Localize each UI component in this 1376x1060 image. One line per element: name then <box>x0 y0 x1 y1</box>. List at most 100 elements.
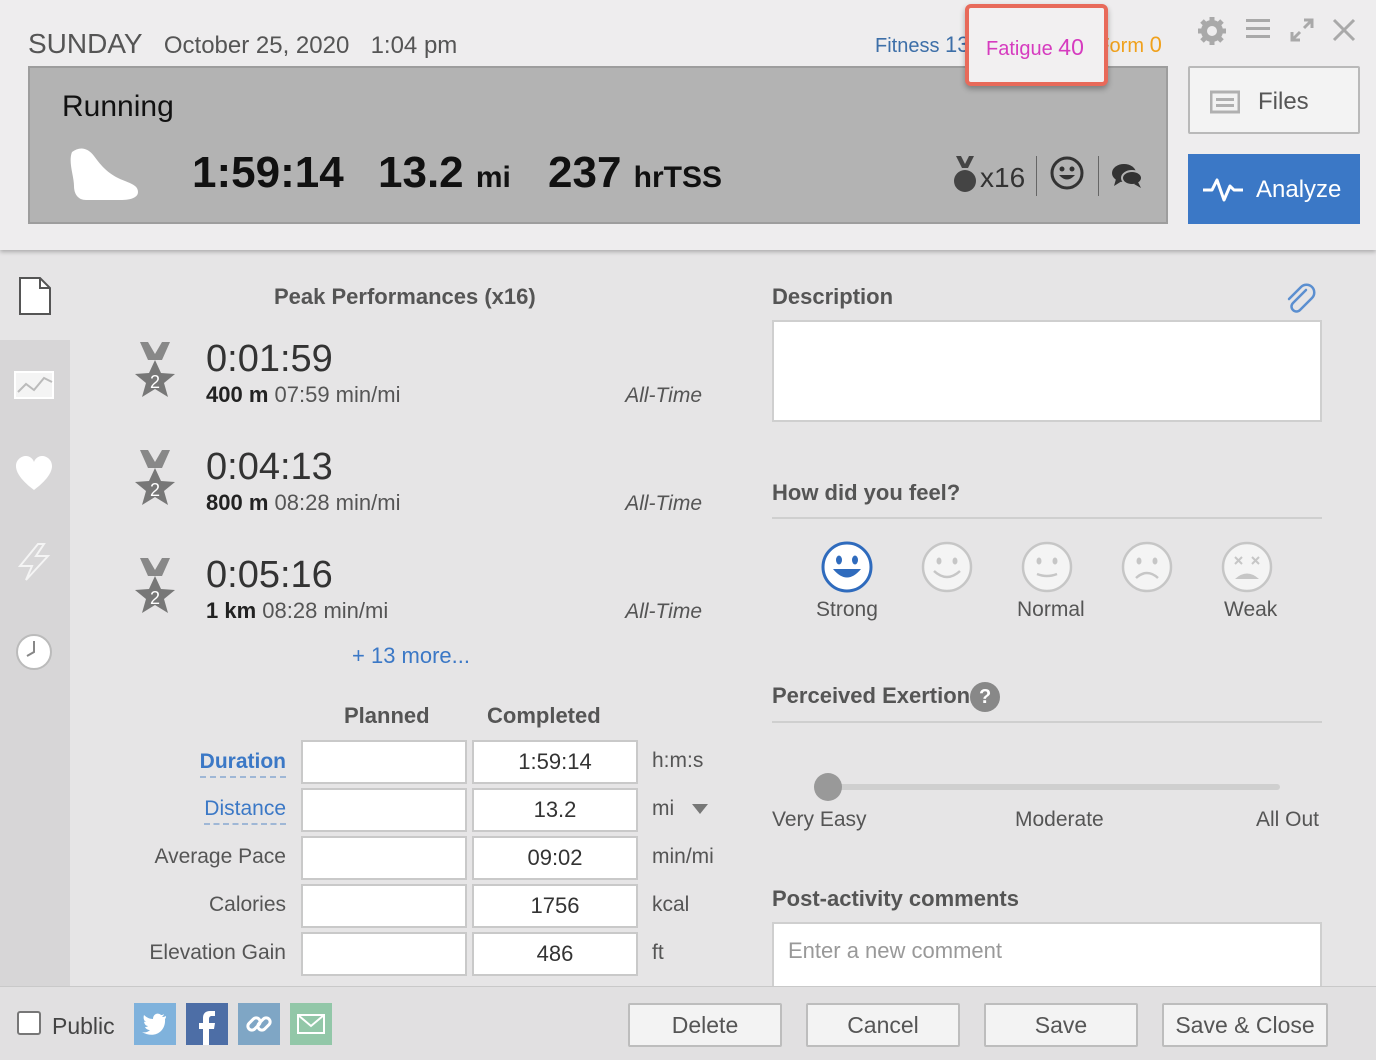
peak-distance: 1 km <box>206 598 257 623</box>
completed-elevation-input[interactable]: 486 <box>472 932 638 976</box>
duration-unit: h:m:s <box>652 749 704 772</box>
lightning-icon[interactable] <box>14 542 54 582</box>
chevron-down-icon <box>692 804 709 815</box>
description-title: Description <box>772 284 894 309</box>
medal-rank: 2 <box>150 588 160 608</box>
planned-calories-input[interactable] <box>301 884 467 928</box>
side-rail <box>0 250 70 986</box>
date-line: SUNDAY October 25, 2020 1:04 pm <box>28 28 471 60</box>
feel-strong-label: Strong <box>816 598 878 621</box>
duration-label[interactable]: Duration <box>199 750 286 778</box>
files-button[interactable]: Files <box>1188 66 1360 134</box>
fatigue-label: Fatigue <box>986 38 1053 60</box>
completed-calories-input[interactable]: 1756 <box>472 884 638 928</box>
help-icon[interactable]: ? <box>970 682 1001 712</box>
planned-elevation-input[interactable] <box>301 932 467 976</box>
peak-scope: All-Time <box>625 600 702 623</box>
feel-weak-label: Weak <box>1224 598 1278 621</box>
planned-pace-input[interactable] <box>301 836 467 880</box>
feel-weak-icon[interactable] <box>1220 540 1274 594</box>
feel-poor-icon[interactable] <box>1120 540 1174 594</box>
peak-scope: All-Time <box>625 492 702 515</box>
medal-count: x16 <box>980 162 1026 193</box>
chart-icon[interactable] <box>14 364 54 404</box>
peak-distance: 400 m <box>206 382 269 407</box>
activity-type: Running <box>62 90 174 123</box>
save-close-button[interactable]: Save & Close <box>1162 1003 1328 1047</box>
heart-icon[interactable] <box>14 454 54 494</box>
medal-icon <box>954 156 976 192</box>
public-checkbox[interactable] <box>17 1011 41 1035</box>
planned-header: Planned <box>344 703 430 728</box>
twitter-icon[interactable] <box>134 1003 176 1045</box>
tss-value: 237 <box>548 148 622 197</box>
distance-stat: 13.2 mi <box>378 148 511 198</box>
feel-title: How did you feel? <box>772 480 961 505</box>
peak-distance: 800 m <box>206 490 269 515</box>
gear-icon[interactable] <box>1196 16 1228 48</box>
fatigue-value: 40 <box>1058 34 1084 60</box>
divider <box>1098 156 1099 196</box>
footer-bar: Public Delete Cancel Save Save & Close <box>0 986 1376 1060</box>
facebook-icon[interactable] <box>186 1003 228 1045</box>
distance-unit-select[interactable]: mi <box>652 797 709 821</box>
comment-input[interactable]: Enter a new comment <box>772 922 1322 992</box>
smile-icon[interactable] <box>1050 156 1084 190</box>
divider <box>772 517 1322 519</box>
completed-duration-input[interactable]: 1:59:14 <box>472 740 638 784</box>
distance-label[interactable]: Distance <box>204 797 286 825</box>
peak-pace: 07:59 min/mi <box>274 382 401 407</box>
peak-item: 2 0:04:13 800 m 08:28 min/mi All-Time <box>128 446 708 528</box>
fatigue-highlight[interactable]: Fatigue 40 <box>965 4 1108 86</box>
duration-stat: 1:59:14 <box>192 148 344 197</box>
analyze-label: Analyze <box>1256 176 1342 203</box>
paperclip-icon[interactable] <box>1284 282 1316 316</box>
elevation-label: Elevation Gain <box>149 941 286 964</box>
planned-duration-input[interactable] <box>301 740 467 784</box>
peak-time: 0:04:13 <box>206 446 333 488</box>
pulse-icon <box>1203 178 1243 202</box>
activity-summary-box: Running 1:59:14 13.2 mi 237 hrTSS x16 <box>28 66 1168 224</box>
distance-unit-label: mi <box>652 797 675 820</box>
peak-item: 2 0:05:16 1 km 08:28 min/mi All-Time <box>128 554 708 636</box>
public-label: Public <box>52 1013 115 1039</box>
divider <box>772 721 1322 723</box>
completed-distance-input[interactable]: 13.2 <box>472 788 638 832</box>
save-button[interactable]: Save <box>984 1003 1138 1047</box>
files-icon <box>1210 90 1240 114</box>
comments-icon[interactable] <box>1110 162 1144 190</box>
day-label: SUNDAY <box>28 28 143 59</box>
completed-pace-input[interactable]: 09:02 <box>472 836 638 880</box>
description-input[interactable] <box>772 320 1322 422</box>
elevation-unit: ft <box>652 941 664 964</box>
medal-rank-icon: 2 <box>135 558 175 613</box>
close-icon[interactable] <box>1328 16 1360 48</box>
planned-distance-input[interactable] <box>301 788 467 832</box>
calories-unit: kcal <box>652 893 690 916</box>
feel-normal-icon[interactable] <box>1020 540 1074 594</box>
peak-time: 0:01:59 <box>206 338 333 380</box>
feel-strong-icon[interactable] <box>820 540 874 594</box>
email-icon[interactable] <box>290 1003 332 1045</box>
form-value: 0 <box>1149 32 1162 57</box>
exertion-scale-low: Very Easy <box>772 808 867 831</box>
feel-good-icon[interactable] <box>920 540 974 594</box>
analyze-button[interactable]: Analyze <box>1188 154 1360 224</box>
link-icon[interactable] <box>238 1003 280 1045</box>
expand-icon[interactable] <box>1286 16 1318 48</box>
exertion-slider-track[interactable] <box>828 784 1280 790</box>
document-icon[interactable] <box>14 276 54 316</box>
peak-distance-pace: 1 km 08:28 min/mi <box>206 598 388 624</box>
distance-unit: mi <box>475 161 511 194</box>
medal-rank: 2 <box>150 480 160 500</box>
clock-icon[interactable] <box>14 632 54 672</box>
delete-button[interactable]: Delete <box>628 1003 782 1047</box>
more-peaks-link[interactable]: + 13 more... <box>352 643 470 669</box>
medal-rank-icon: 2 <box>135 342 175 397</box>
menu-icon[interactable] <box>1242 16 1274 48</box>
peak-pace: 08:28 min/mi <box>262 598 389 623</box>
feel-normal-label: Normal <box>1017 598 1085 621</box>
date-label: October 25, 2020 <box>163 32 350 59</box>
cancel-button[interactable]: Cancel <box>806 1003 960 1047</box>
exertion-slider-handle[interactable] <box>814 773 842 801</box>
